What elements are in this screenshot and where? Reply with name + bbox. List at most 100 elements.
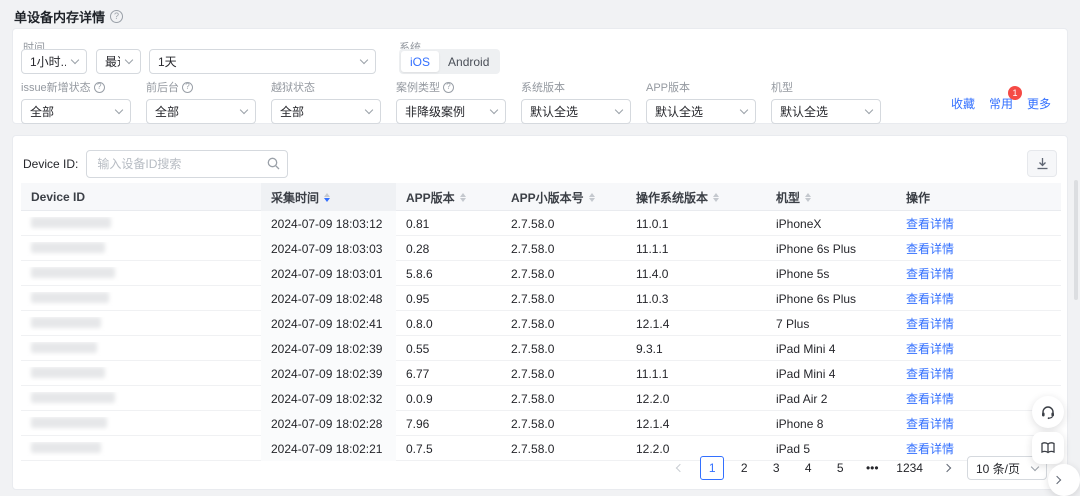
- view-detail-link[interactable]: 查看详情: [906, 292, 954, 306]
- chevron-down-icon: [864, 105, 874, 115]
- view-detail-link[interactable]: 查看详情: [906, 392, 954, 406]
- view-detail-link[interactable]: 查看详情: [906, 267, 954, 281]
- model-cell: 7 Plus: [776, 316, 810, 331]
- filter-select[interactable]: 全部: [146, 99, 256, 124]
- sort-descending-icon: [588, 197, 595, 202]
- favorite-link[interactable]: 收藏: [951, 95, 975, 112]
- action-cell: 查看详情: [896, 265, 1061, 282]
- title-help-icon[interactable]: ?: [110, 10, 124, 23]
- system-segment-option[interactable]: iOS: [401, 51, 440, 72]
- pagination-page-button[interactable]: 3: [764, 456, 788, 480]
- action-cell: 查看详情: [896, 315, 1061, 332]
- filter-select[interactable]: 默认全选: [646, 99, 756, 124]
- book-icon: [1041, 442, 1055, 454]
- scrollbar-thumb[interactable]: [1074, 180, 1078, 300]
- os-version-cell: 11.0.1: [636, 216, 669, 231]
- table-header-cell[interactable]: 机型: [766, 183, 896, 211]
- time-range-value-select[interactable]: 1天: [149, 49, 376, 74]
- app-minor-version-cell: 2.7.58.0: [511, 366, 555, 381]
- view-detail-link[interactable]: 查看详情: [906, 442, 954, 456]
- sort-carets-icon[interactable]: [713, 192, 720, 202]
- help-icon[interactable]: ?: [182, 81, 193, 93]
- view-detail-link[interactable]: 查看详情: [906, 317, 954, 331]
- pagination-page-button[interactable]: 1234: [892, 456, 927, 480]
- table-header-cell[interactable]: Device ID: [21, 183, 261, 211]
- sort-ascending-icon: [805, 192, 812, 197]
- app-minor-version-cell: 2.7.58.0: [511, 341, 555, 356]
- os-version-cell: 11.1.1: [636, 366, 669, 381]
- view-detail-link[interactable]: 查看详情: [906, 217, 954, 231]
- expand-fab-button[interactable]: [1048, 464, 1080, 496]
- device-id-cell: [21, 291, 261, 306]
- collect-time-cell: 2024-07-09 18:03:12: [261, 211, 396, 236]
- pagination-page-button[interactable]: 1: [700, 456, 725, 480]
- table-header-cell[interactable]: 操作: [896, 183, 1061, 211]
- time-granularity-select[interactable]: 1小时...: [21, 49, 87, 74]
- filter-field-label: issue新增状态 ?: [21, 79, 131, 95]
- filter-select[interactable]: 全部: [21, 99, 131, 124]
- view-detail-link[interactable]: 查看详情: [906, 367, 954, 381]
- view-detail-link[interactable]: 查看详情: [906, 417, 954, 431]
- sort-carets-icon[interactable]: [805, 192, 812, 202]
- pagination-page-button[interactable]: 2: [732, 456, 756, 480]
- model-cell: iPad Mini 4: [776, 366, 836, 381]
- table-header-cell[interactable]: APP版本: [396, 183, 501, 211]
- docs-fab-button[interactable]: [1032, 432, 1064, 464]
- action-cell: 查看详情: [896, 290, 1061, 307]
- filter-select[interactable]: 全部: [271, 99, 381, 124]
- filter-select[interactable]: 默认全选: [771, 99, 881, 124]
- table-row[interactable]: 2024-07-09 18:02:39 0.55 2.7.58.0 9.3.1 …: [21, 336, 1061, 361]
- sort-carets-icon[interactable]: [588, 192, 595, 202]
- table-body: 2024-07-09 18:03:12 0.81 2.7.58.0 11.0.1…: [21, 211, 1061, 461]
- table-row[interactable]: 2024-07-09 18:02:41 0.8.0 2.7.58.0 12.1.…: [21, 311, 1061, 336]
- sort-descending-icon: [805, 197, 812, 202]
- table-row[interactable]: 2024-07-09 18:02:32 0.0.9 2.7.58.0 12.2.…: [21, 386, 1061, 411]
- table-row[interactable]: 2024-07-09 18:03:03 0.28 2.7.58.0 11.1.1…: [21, 236, 1061, 261]
- time-range-type-select[interactable]: 最近: [96, 49, 141, 74]
- download-button[interactable]: [1027, 150, 1057, 177]
- chevron-left-icon: [676, 463, 685, 473]
- view-detail-link[interactable]: 查看详情: [906, 242, 954, 256]
- view-detail-link[interactable]: 查看详情: [906, 342, 954, 356]
- os-version-cell: 12.2.0: [636, 441, 670, 456]
- device-id-search-input[interactable]: [86, 150, 289, 178]
- app-version-cell: 5.8.6: [406, 266, 433, 281]
- table-row[interactable]: 2024-07-09 18:02:48 0.95 2.7.58.0 11.0.3…: [21, 286, 1061, 311]
- frequent-link[interactable]: 常用 1: [989, 86, 1022, 112]
- filter-field-label: 越狱状态 ?: [271, 82, 315, 94]
- help-icon[interactable]: ?: [443, 81, 454, 93]
- table-header-cell[interactable]: APP小版本号: [501, 183, 626, 211]
- filter-select[interactable]: 默认全选: [521, 99, 631, 124]
- table-header-cell[interactable]: 采集时间: [261, 183, 396, 211]
- table-row[interactable]: 2024-07-09 18:02:28 7.96 2.7.58.0 12.1.4…: [21, 411, 1061, 436]
- filter-select[interactable]: 非降级案例: [396, 99, 506, 124]
- table-row[interactable]: 2024-07-09 18:03:12 0.81 2.7.58.0 11.0.1…: [21, 211, 1061, 236]
- redacted-device-id: [31, 416, 107, 428]
- device-id-cell: [21, 341, 261, 356]
- search-icon[interactable]: [267, 157, 280, 170]
- device-id-cell: [21, 241, 261, 256]
- table-header-cell[interactable]: 操作系统版本: [626, 183, 766, 211]
- collect-time-cell: 2024-07-09 18:02:32: [261, 386, 396, 411]
- table-row[interactable]: 2024-07-09 18:03:01 5.8.6 2.7.58.0 11.4.…: [21, 261, 1061, 286]
- pagination-next-button[interactable]: [935, 456, 959, 480]
- chevron-down-icon: [739, 105, 749, 115]
- pagination-prev-button[interactable]: [668, 456, 692, 480]
- filter-field: 案例类型 ? 非降级案例: [396, 79, 506, 124]
- sort-carets-icon[interactable]: [459, 192, 466, 202]
- pagination-page-button[interactable]: 5: [828, 456, 852, 480]
- more-link[interactable]: 更多: [1027, 95, 1051, 112]
- pagination-page-button[interactable]: 4: [796, 456, 820, 480]
- action-cell: 查看详情: [896, 365, 1061, 382]
- chevron-down-icon: [614, 105, 624, 115]
- chevron-right-icon: [942, 463, 952, 473]
- filter-field: 前后台 ? 全部: [146, 79, 256, 124]
- sort-carets-icon[interactable]: [324, 192, 331, 202]
- system-segment-option[interactable]: Android: [439, 51, 498, 72]
- filter-field: issue新增状态 ? 全部: [21, 79, 131, 124]
- table-row[interactable]: 2024-07-09 18:02:39 6.77 2.7.58.0 11.1.1…: [21, 361, 1061, 386]
- app-minor-version-cell: 2.7.58.0: [511, 216, 555, 231]
- pagination-page-button[interactable]: •••: [860, 456, 884, 480]
- help-icon[interactable]: ?: [93, 81, 105, 93]
- support-fab-button[interactable]: [1032, 396, 1064, 428]
